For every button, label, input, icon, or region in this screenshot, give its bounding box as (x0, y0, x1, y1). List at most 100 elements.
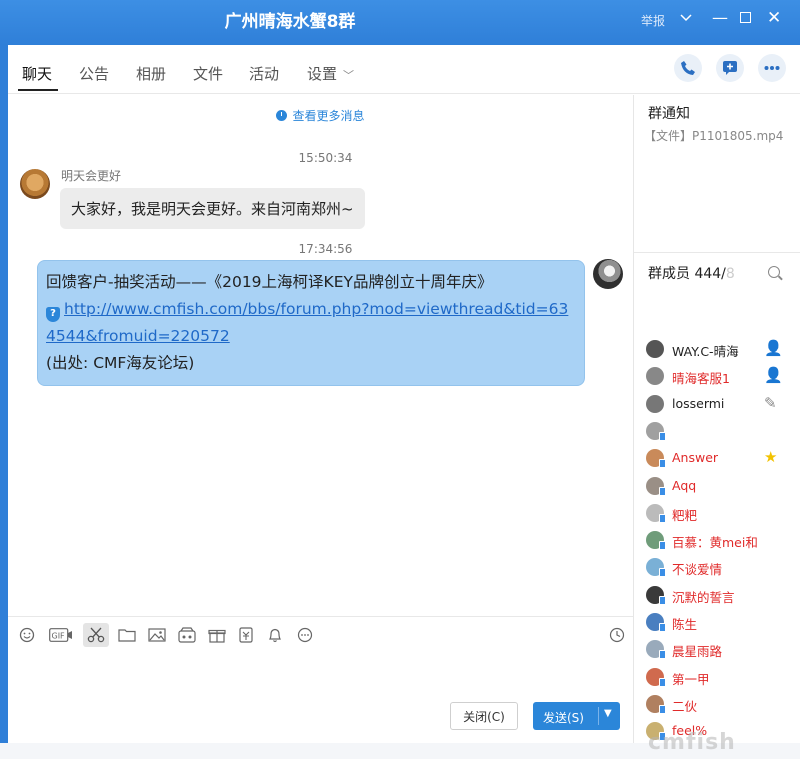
gif-icon[interactable]: GIF (49, 626, 73, 644)
member-item[interactable] (646, 420, 796, 442)
message-source: (出处: CMF海友论坛) (46, 354, 195, 372)
phone-icon (681, 61, 695, 75)
members-label: 群成员 (648, 266, 690, 282)
avatar (646, 667, 666, 687)
tab-files[interactable]: 文件 (193, 63, 223, 84)
clock-icon (276, 110, 288, 121)
tab-activities[interactable]: 活动 (249, 63, 279, 84)
message-input[interactable]: 关闭(C) 发送(S) ▼ (8, 652, 633, 743)
member-item[interactable]: WAY.C-晴海 👤 (646, 338, 796, 360)
message-bubble[interactable]: 回馈客户-抽奖活动——《2019上海柯译KEY品牌创立十周年庆》 ? http:/… (37, 260, 585, 386)
chevron-down-icon[interactable] (680, 12, 692, 27)
message-text: 回馈客户-抽奖活动——《2019上海柯译KEY品牌创立十周年庆》 (46, 273, 493, 291)
member-item[interactable]: 百慕：黄mei和 (646, 529, 796, 551)
watermark-text: cmfish (648, 730, 736, 755)
device-badge-icon (659, 541, 666, 551)
input-toolbar: GIF (8, 616, 633, 652)
timestamp: 17:34:56 (298, 242, 353, 256)
close-icon[interactable]: ✕ (767, 8, 781, 28)
avatar (646, 340, 664, 358)
security-shield-icon: ? (46, 307, 60, 322)
screen-share-button[interactable] (716, 54, 744, 82)
more-button[interactable] (758, 54, 786, 82)
game-icon[interactable] (178, 626, 196, 644)
tab-bar: 聊天 公告 相册 文件 活动 设置 ﹀ (8, 45, 800, 94)
member-name: WAY.C-晴海 (672, 344, 739, 359)
window-edge (0, 45, 8, 743)
close-button[interactable]: 关闭(C) (450, 702, 518, 730)
member-item[interactable]: 沉默的誓言 (646, 584, 796, 606)
active-tab-indicator (18, 89, 58, 91)
message-bubble[interactable]: 大家好，我是明天会更好。来自河南郑州~ (60, 188, 365, 229)
divider (598, 707, 599, 725)
avatar (646, 613, 666, 632)
tab-album[interactable]: 相册 (136, 63, 166, 84)
message-link[interactable]: http://www.cmfish.com/bbs/forum.php?mod=… (46, 300, 568, 345)
member-name: 晴海客服1 (672, 371, 730, 387)
image-icon[interactable] (148, 626, 166, 644)
device-badge-icon (659, 704, 666, 714)
avatar (646, 640, 666, 660)
member-item[interactable]: 二伙 (646, 693, 796, 715)
more-icon (764, 66, 780, 70)
device-badge-icon (659, 513, 666, 523)
maximize-icon[interactable] (740, 12, 751, 23)
member-name: 陈生 (672, 617, 698, 632)
tab-settings[interactable]: 设置 ﹀ (307, 63, 354, 84)
device-badge-icon (659, 677, 666, 687)
history-clock-icon[interactable] (608, 626, 626, 644)
red-packet-icon[interactable] (237, 626, 255, 644)
members-count-fade: 8 (725, 266, 735, 282)
tab-settings-label: 设置 (307, 65, 338, 83)
more-tools-icon[interactable] (296, 626, 314, 644)
owner-icon: 👤 (764, 339, 783, 357)
avatar (646, 558, 666, 578)
member-item[interactable]: 陈生 (646, 611, 796, 633)
member-item[interactable]: 粑粑 (646, 502, 796, 524)
member-item[interactable]: lossermi ✎ (646, 393, 796, 415)
tab-chat[interactable]: 聊天 (22, 63, 52, 84)
member-name: 百慕：黄mei和 (672, 535, 758, 551)
minimize-icon[interactable]: — (712, 8, 728, 27)
member-item[interactable]: 不谈爱情 (646, 556, 796, 578)
bell-icon[interactable] (266, 626, 284, 644)
member-item[interactable]: Answer ★ (646, 447, 796, 469)
send-label: 发送(S) (543, 711, 584, 725)
report-button[interactable]: 举报 (641, 12, 665, 29)
sender-name: 明天会更好 (61, 169, 122, 183)
avatar (646, 694, 666, 714)
avatar (646, 394, 664, 413)
member-name: 晨星雨路 (672, 644, 723, 660)
members-count: 444/ (694, 266, 726, 282)
tab-announcement[interactable]: 公告 (79, 63, 109, 84)
message-text: 大家好，我是明天会更好。来自河南郑州~ (71, 200, 354, 218)
edit-icon: ✎ (764, 393, 777, 412)
phone-button[interactable] (674, 54, 702, 82)
member-item[interactable]: 晨星雨路 (646, 638, 796, 660)
member-item[interactable]: 晴海客服1 👤 (646, 365, 796, 387)
emoji-icon[interactable] (18, 626, 36, 644)
window-title: 广州晴海水蟹8群 (224, 12, 356, 32)
avatar[interactable] (593, 259, 623, 289)
gift-icon[interactable] (208, 626, 226, 644)
member-item[interactable]: 第一甲 (646, 666, 796, 688)
member-item[interactable]: Aqq (646, 475, 796, 497)
avatar (646, 503, 666, 523)
scissors-icon[interactable] (83, 623, 109, 647)
chat-window: 聊天 公告 相册 文件 活动 设置 ﹀ 查看更多消息 15:50:34 明天会更好… (8, 45, 800, 759)
search-icon[interactable] (768, 266, 780, 278)
avatar[interactable] (20, 169, 50, 199)
avatar (646, 531, 666, 551)
notice-body[interactable]: 【文件】P1101805.mp4 (644, 127, 783, 144)
device-badge-icon (659, 650, 666, 660)
more-messages-link[interactable]: 查看更多消息 (8, 107, 633, 124)
chevron-down-icon[interactable]: ▼ (604, 708, 612, 719)
send-button[interactable]: 发送(S) ▼ (533, 702, 620, 730)
folder-icon[interactable] (118, 626, 136, 644)
avatar (646, 367, 664, 386)
member-name: 粑粑 (672, 507, 698, 523)
message-area[interactable]: 查看更多消息 15:50:34 明天会更好 大家好，我是明天会更好。来自河南郑州… (8, 95, 633, 616)
avatar (646, 421, 666, 441)
members-title: 群成员 444/8 (648, 263, 735, 283)
avatar (646, 585, 666, 605)
